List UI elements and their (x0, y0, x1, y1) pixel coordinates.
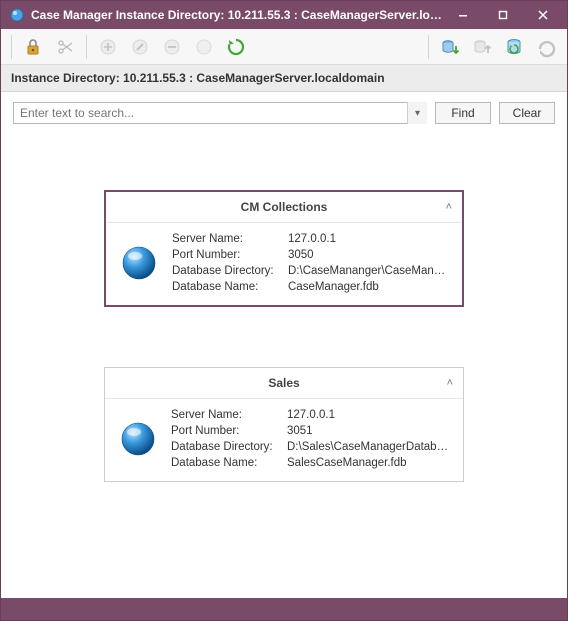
upload-db-button[interactable] (467, 33, 497, 61)
card-title: Sales (268, 376, 299, 390)
breadcrumb: Instance Directory: 10.211.55.3 : CaseMa… (1, 65, 567, 92)
label-db-dir: Database Directory: (171, 441, 281, 453)
toolbar-separator (428, 35, 429, 59)
lock-button[interactable] (18, 33, 48, 61)
undo-button[interactable] (531, 33, 561, 61)
card-body: Server Name: 127.0.0.1 Port Number: 3051… (105, 399, 463, 481)
sphere-icon (119, 420, 157, 458)
scissors-button[interactable] (50, 33, 80, 61)
value-port-number: 3050 (288, 249, 448, 261)
search-box[interactable]: ▾ (13, 102, 427, 124)
find-button[interactable]: Find (435, 102, 491, 124)
label-server-name: Server Name: (171, 409, 281, 421)
remove-button[interactable] (157, 33, 187, 61)
clear-button[interactable]: Clear (499, 102, 555, 124)
instance-list: CM Collections ˄ Serve (1, 130, 567, 598)
card-header[interactable]: Sales ˄ (105, 368, 463, 399)
instance-card[interactable]: Sales ˄ Server Name: (104, 367, 464, 482)
edit-button[interactable] (125, 33, 155, 61)
card-title: CM Collections (241, 200, 328, 214)
label-db-dir: Database Directory: (172, 265, 282, 277)
status-bar (1, 598, 567, 620)
value-server-name: 127.0.0.1 (287, 409, 449, 421)
download-db-button[interactable] (435, 33, 465, 61)
toolbar (1, 29, 567, 65)
value-db-name: SalesCaseManager.fdb (287, 457, 449, 469)
label-port-number: Port Number: (172, 249, 282, 261)
card-header[interactable]: CM Collections ˄ (106, 192, 462, 223)
app-icon (9, 7, 25, 23)
search-input[interactable] (13, 102, 427, 124)
value-port-number: 3051 (287, 425, 449, 437)
maximize-button[interactable] (483, 1, 523, 29)
label-db-name: Database Name: (171, 457, 281, 469)
value-db-dir: D:\CaseMananger\CaseManagerData… (288, 265, 448, 277)
minimize-button[interactable] (443, 1, 483, 29)
card-properties: Server Name: 127.0.0.1 Port Number: 3051… (171, 409, 449, 469)
disabled-circle-button[interactable] (189, 33, 219, 61)
search-row: ▾ Find Clear (1, 92, 567, 130)
instance-card[interactable]: CM Collections ˄ Serve (104, 190, 464, 307)
add-button[interactable] (93, 33, 123, 61)
chevron-up-icon[interactable]: ˄ (447, 377, 453, 389)
title-bar: Case Manager Instance Directory: 10.211.… (1, 1, 567, 29)
window-title: Case Manager Instance Directory: 10.211.… (31, 8, 443, 22)
toolbar-separator (11, 35, 12, 59)
value-db-dir: D:\Sales\CaseManagerDatabases\ (287, 441, 449, 453)
card-properties: Server Name: 127.0.0.1 Port Number: 3050… (172, 233, 448, 293)
sphere-icon (120, 244, 158, 282)
chevron-up-icon[interactable]: ˄ (446, 201, 452, 213)
label-db-name: Database Name: (172, 281, 282, 293)
toolbar-separator (86, 35, 87, 59)
card-body: Server Name: 127.0.0.1 Port Number: 3050… (106, 223, 462, 305)
restore-db-button[interactable] (499, 33, 529, 61)
label-port-number: Port Number: (171, 425, 281, 437)
label-server-name: Server Name: (172, 233, 282, 245)
refresh-button[interactable] (221, 33, 251, 61)
close-button[interactable] (523, 1, 563, 29)
dropdown-arrow-icon[interactable]: ▾ (407, 102, 427, 124)
value-db-name: CaseManager.fdb (288, 281, 448, 293)
value-server-name: 127.0.0.1 (288, 233, 448, 245)
